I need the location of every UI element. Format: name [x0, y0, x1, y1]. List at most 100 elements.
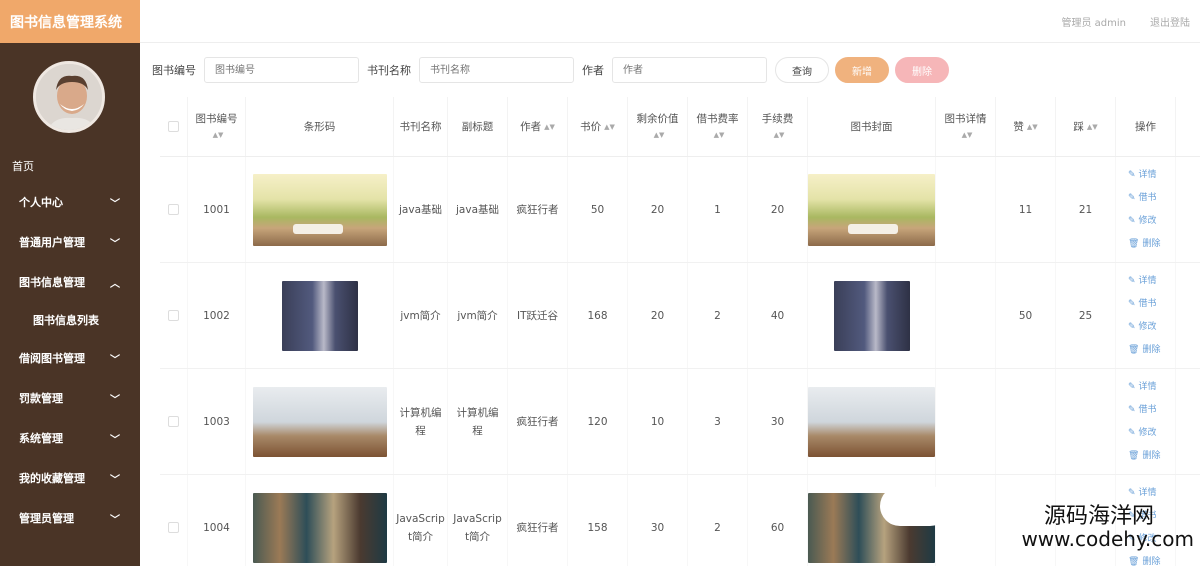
sort-icon[interactable]: ▲▼ — [654, 127, 665, 143]
chevron-down-icon: ﹀ — [110, 354, 120, 366]
cell-subtitle: jvm简介 — [448, 263, 508, 368]
sort-icon[interactable]: ▲▼ — [544, 119, 555, 135]
chevron-down-icon: ﹀ — [110, 514, 120, 526]
cell-author: 疯狂行者 — [508, 369, 568, 474]
edit-icon: ✎ — [1128, 170, 1136, 180]
delete-button[interactable]: 删除 — [895, 57, 949, 83]
col-header-author[interactable]: 作者 ▲▼ — [508, 97, 568, 156]
table-row: 1001 java基础 java基础 疯狂行者 50 20 1 20 11 21… — [160, 157, 1200, 263]
row-select-cell — [160, 369, 188, 474]
sort-icon[interactable]: ▲▼ — [962, 127, 973, 143]
col-header-like[interactable]: 赞 ▲▼ — [996, 97, 1056, 156]
col-header-id[interactable]: 图书编号 ▲▼ — [188, 97, 246, 156]
cell-remain: 10 — [628, 369, 688, 474]
cell-name: 计算机编程 — [394, 369, 448, 474]
book-name-input[interactable] — [419, 57, 574, 83]
sidebar-item-book-list[interactable]: 图书信息列表 — [0, 302, 140, 338]
col-header-label: 手续费 — [761, 112, 794, 125]
chevron-up-icon: ︿ — [110, 278, 120, 290]
detail-link[interactable]: ✎ 详情 — [1128, 376, 1157, 399]
cell-cover — [808, 157, 936, 262]
cell-price: 158 — [568, 475, 628, 566]
cell-detail — [936, 263, 996, 368]
detail-link[interactable]: ✎ 详情 — [1128, 270, 1157, 293]
col-header-remain[interactable]: 剩余价值 ▲▼ — [628, 97, 688, 156]
edit-link[interactable]: ✎ 修改 — [1128, 210, 1157, 233]
delete-link[interactable]: 🗑 删除 — [1128, 233, 1160, 256]
add-button[interactable]: 新增 — [835, 57, 889, 83]
op-label: 借书 — [1138, 405, 1157, 415]
select-all-cell — [160, 97, 188, 156]
edit-link[interactable]: ✎ 修改 — [1128, 422, 1157, 445]
col-header-label: 踩 — [1073, 120, 1084, 133]
sidebar-item-book-management[interactable]: 图书信息管理 ︿ — [0, 262, 140, 302]
sidebar-item-label: 我的收藏管理 — [19, 472, 85, 485]
chevron-down-icon: ﹀ — [110, 474, 120, 486]
table-row: 1002 jvm简介 jvm简介 IT跃迁谷 168 20 2 40 50 25… — [160, 263, 1200, 369]
delete-link[interactable]: 🗑 删除 — [1128, 339, 1160, 362]
row-checkbox[interactable] — [168, 310, 179, 321]
cell-id: 1001 — [188, 157, 246, 262]
cover-image — [833, 280, 910, 351]
row-select-cell — [160, 263, 188, 368]
edit-icon: ✎ — [1128, 382, 1136, 392]
sidebar-item-favorites-management[interactable]: 我的收藏管理 ﹀ — [0, 458, 140, 498]
sort-icon[interactable]: ▲▼ — [213, 127, 224, 143]
detail-link[interactable]: ✎ 详情 — [1128, 164, 1157, 187]
author-input[interactable] — [612, 57, 767, 83]
cell-remain: 20 — [628, 157, 688, 262]
row-checkbox[interactable] — [168, 204, 179, 215]
sidebar-item-borrow-management[interactable]: 借阅图书管理 ﹀ — [0, 338, 140, 378]
borrow-link[interactable]: ✎ 借书 — [1128, 399, 1157, 422]
edit-link[interactable]: ✎ 修改 — [1128, 316, 1157, 339]
col-header-detail[interactable]: 图书详情 ▲▼ — [936, 97, 996, 156]
borrow-link[interactable]: ✎ 借书 — [1128, 187, 1157, 210]
logout-link[interactable]: 退出登陆 — [1150, 14, 1190, 29]
col-header-label: 书价 — [580, 120, 602, 133]
cell-name: jvm简介 — [394, 263, 448, 368]
sort-icon[interactable]: ▲▼ — [774, 127, 785, 143]
col-header-rate[interactable]: 借书费率 ▲▼ — [688, 97, 748, 156]
sidebar-item-system-management[interactable]: 系统管理 ﹀ — [0, 418, 140, 458]
row-checkbox[interactable] — [168, 522, 179, 533]
avatar[interactable] — [33, 61, 105, 133]
sort-icon[interactable]: ▲▼ — [604, 119, 615, 135]
chevron-down-icon: ﹀ — [110, 434, 120, 446]
book-id-input[interactable] — [204, 57, 359, 83]
cell-barcode — [246, 263, 394, 368]
row-checkbox[interactable] — [168, 416, 179, 427]
barcode-image — [281, 280, 358, 351]
sidebar: 图书信息管理系统 首页 个人中心 ﹀ 普通用户管理 ﹀ 图书信息管理 ︿ 图书信息列表… — [0, 0, 140, 566]
edit-icon: ✎ — [1128, 322, 1136, 332]
edit-icon: ✎ — [1128, 405, 1136, 415]
sort-icon[interactable]: ▲▼ — [1027, 119, 1038, 135]
row-select-cell — [160, 475, 188, 566]
sidebar-item-user-management[interactable]: 普通用户管理 ﹀ — [0, 222, 140, 262]
col-header-price[interactable]: 书价 ▲▼ — [568, 97, 628, 156]
col-header-dislike[interactable]: 踩 ▲▼ — [1056, 97, 1116, 156]
select-all-checkbox[interactable] — [168, 121, 179, 132]
sidebar-item-fine-management[interactable]: 罚款管理 ﹀ — [0, 378, 140, 418]
sidebar-item-admin-management[interactable]: 管理员管理 ﹀ — [0, 498, 140, 538]
op-label: 删除 — [1142, 345, 1161, 355]
col-header-label: 操作 — [1135, 120, 1156, 133]
delete-link[interactable]: 🗑 删除 — [1128, 445, 1160, 468]
sidebar-item-personal-center[interactable]: 个人中心 ﹀ — [0, 182, 140, 222]
col-header-barcode: 条形码 — [246, 97, 394, 156]
op-label: 借书 — [1138, 193, 1157, 203]
sidebar-item-home[interactable]: 首页 — [0, 150, 140, 182]
cell-detail — [936, 369, 996, 474]
cell-rate: 3 — [688, 369, 748, 474]
query-button[interactable]: 查询 — [775, 57, 829, 83]
col-header-fee[interactable]: 手续费 ▲▼ — [748, 97, 808, 156]
cell-detail — [936, 157, 996, 262]
cell-barcode — [246, 157, 394, 262]
watermark-line2: www.codehy.com — [1021, 527, 1194, 551]
col-header-label: 剩余价值 — [636, 112, 679, 125]
borrow-link[interactable]: ✎ 借书 — [1128, 293, 1157, 316]
book-name-label: 书刊名称 — [367, 64, 411, 77]
col-header-cover: 图书封面 — [808, 97, 936, 156]
sidebar-item-label: 图书信息管理 — [19, 276, 85, 289]
sort-icon[interactable]: ▲▼ — [714, 127, 725, 143]
sort-icon[interactable]: ▲▼ — [1087, 119, 1098, 135]
